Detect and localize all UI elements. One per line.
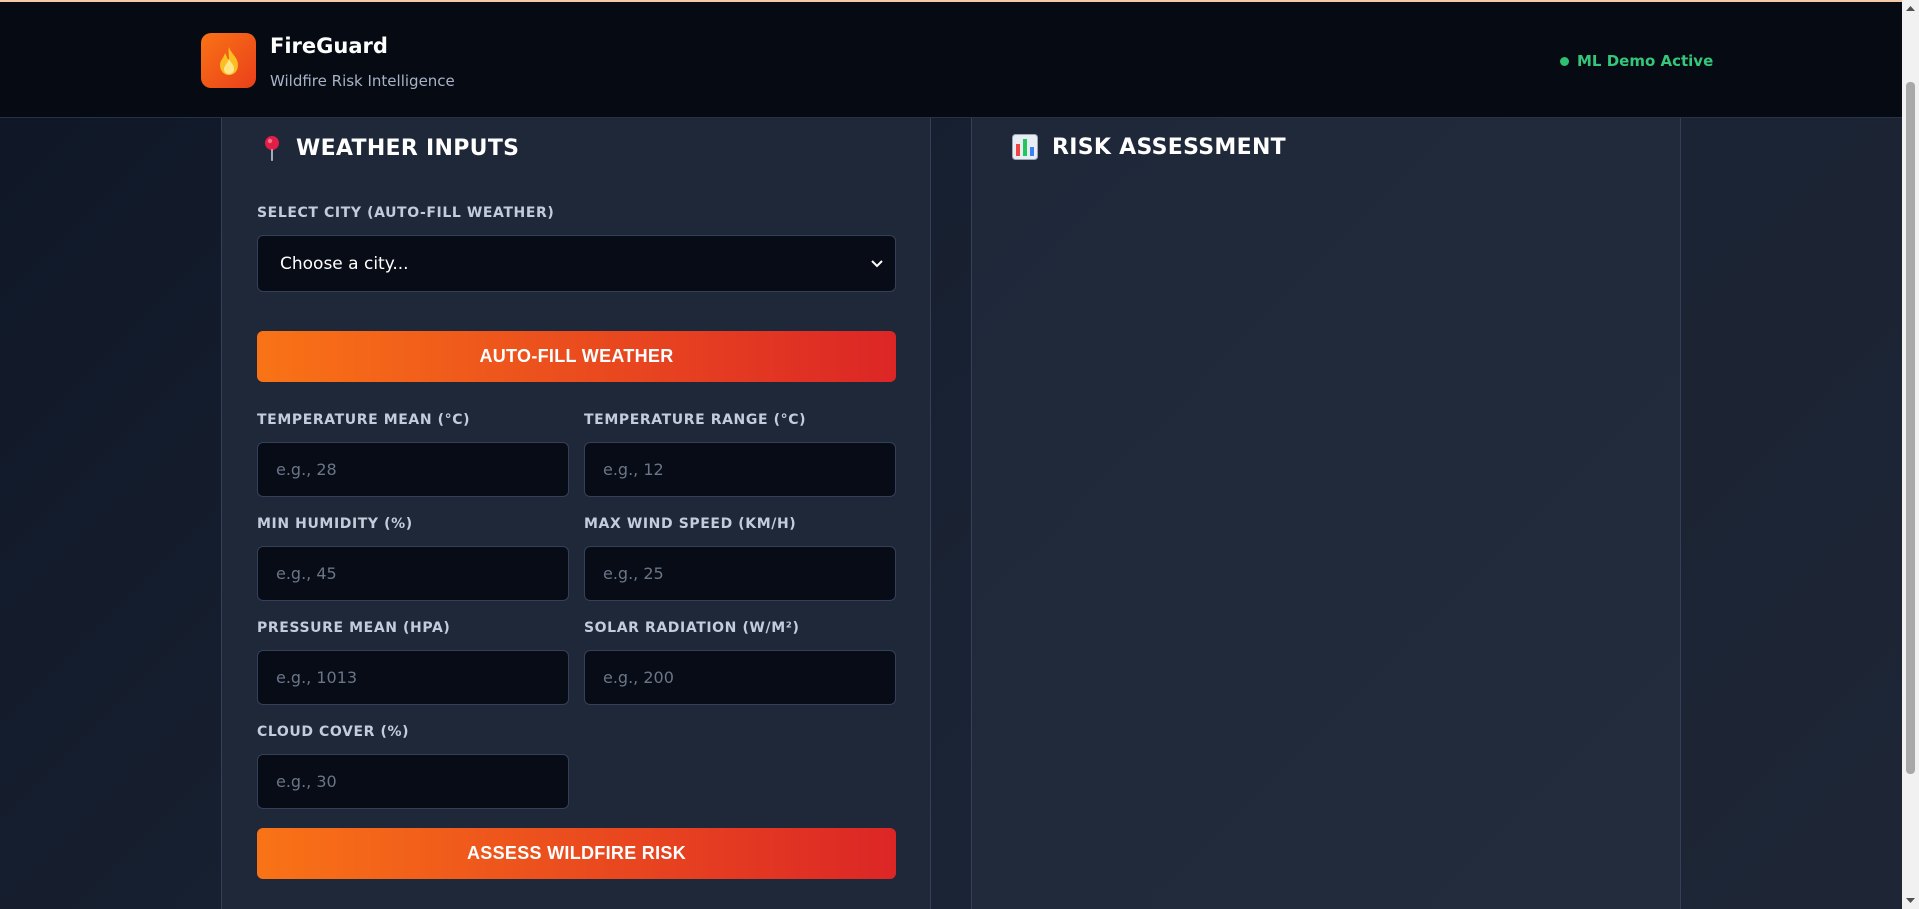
bar-chart-icon <box>1012 134 1038 160</box>
scroll-down-arrow-icon[interactable] <box>1902 892 1919 909</box>
temperature-range-label: TEMPERATURE RANGE (°C) <box>584 412 807 428</box>
cloud-cover-input[interactable]: e.g., 30 <box>257 754 569 809</box>
min-humidity-input[interactable]: e.g., 45 <box>257 546 569 601</box>
max-wind-speed-label: MAX WIND SPEED (KM/H) <box>584 516 797 532</box>
pressure-mean-input[interactable]: e.g., 1013 <box>257 650 569 705</box>
solar-radiation-input[interactable]: e.g., 200 <box>584 650 896 705</box>
app-name: FireGuard <box>270 34 388 58</box>
min-humidity-label: MIN HUMIDITY (%) <box>257 516 413 532</box>
temperature-mean-input[interactable]: e.g., 28 <box>257 442 569 497</box>
flame-icon <box>219 46 238 75</box>
risk-panel-title: RISK ASSESSMENT <box>1052 134 1286 160</box>
vertical-scrollbar[interactable] <box>1902 0 1919 909</box>
chevron-down-icon <box>871 259 883 267</box>
assess-wildfire-risk-button[interactable]: ASSESS WILDFIRE RISK <box>257 828 896 879</box>
risk-panel-heading: RISK ASSESSMENT <box>1012 134 1286 160</box>
weather-panel-heading: WEATHER INPUTS <box>262 134 519 162</box>
pressure-mean-label: PRESSURE MEAN (HPA) <box>257 620 451 636</box>
weather-inputs-panel: WEATHER INPUTS SELECT CITY (AUTO-FILL WE… <box>221 118 931 909</box>
status-text: ML Demo Active <box>1577 52 1714 70</box>
risk-assessment-panel: RISK ASSESSMENT <box>971 118 1681 909</box>
weather-panel-title: WEATHER INPUTS <box>296 135 520 161</box>
cloud-cover-label: CLOUD COVER (%) <box>257 724 410 740</box>
solar-radiation-label: SOLAR RADIATION (W/M²) <box>584 620 800 636</box>
pushpin-icon <box>265 136 279 161</box>
city-select-label: SELECT CITY (AUTO-FILL WEATHER) <box>257 205 555 221</box>
scroll-up-arrow-icon[interactable] <box>1902 0 1919 17</box>
app-tagline: Wildfire Risk Intelligence <box>270 72 455 90</box>
city-select-value: Choose a city... <box>280 253 409 274</box>
scrollbar-thumb[interactable] <box>1906 82 1915 774</box>
temperature-range-input[interactable]: e.g., 12 <box>584 442 896 497</box>
status-indicator: ML Demo Active <box>1560 52 1713 70</box>
status-dot-icon <box>1560 56 1569 66</box>
app-header: FireGuard Wildfire Risk Intelligence ML … <box>0 2 1902 118</box>
temperature-mean-label: TEMPERATURE MEAN (°C) <box>257 412 471 428</box>
app-logo <box>201 33 256 88</box>
city-select[interactable]: Choose a city... <box>257 235 896 292</box>
max-wind-speed-input[interactable]: e.g., 25 <box>584 546 896 601</box>
autofill-weather-button[interactable]: AUTO-FILL WEATHER <box>257 331 896 382</box>
